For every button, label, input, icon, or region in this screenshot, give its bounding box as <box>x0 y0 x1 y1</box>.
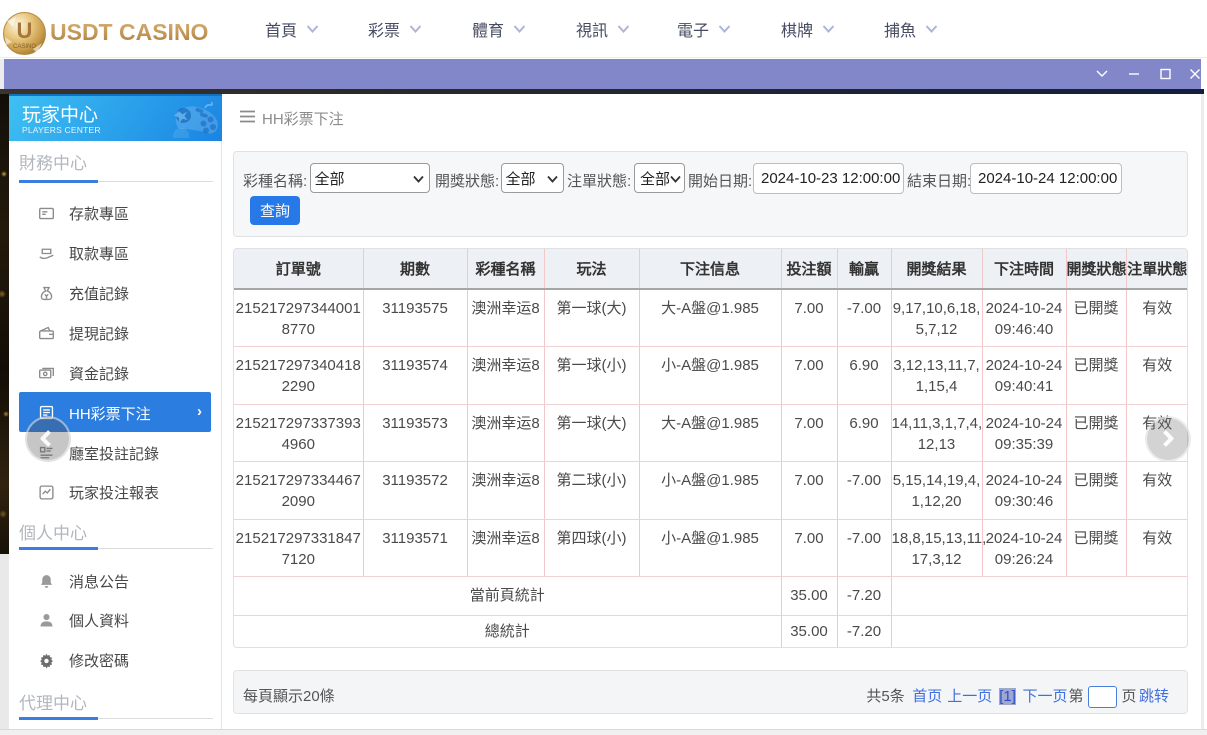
svg-text:CASINO: CASINO <box>13 44 36 50</box>
svg-text:U: U <box>17 18 33 43</box>
